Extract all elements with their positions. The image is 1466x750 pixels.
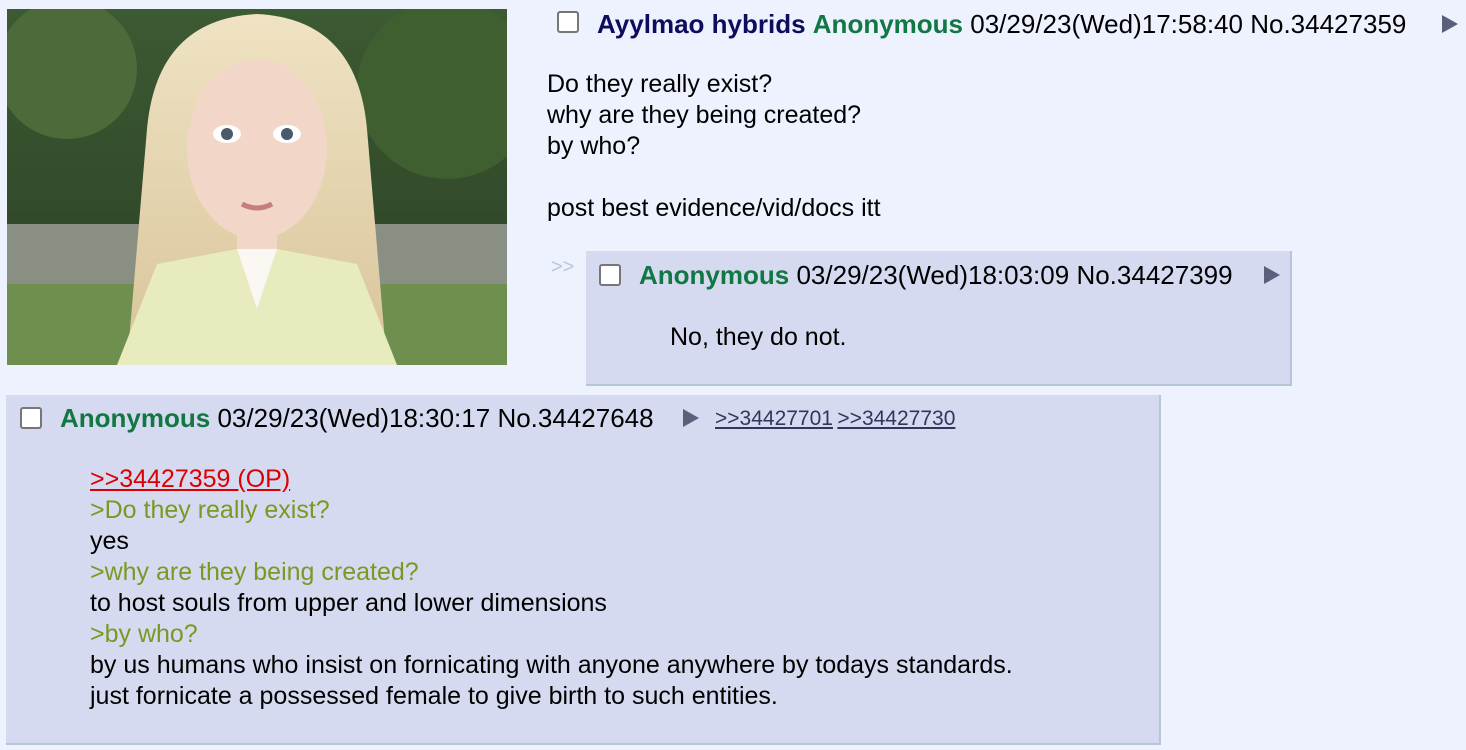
greentext-line: >by who? (90, 620, 198, 648)
reply-poster-name: Anonymous (60, 403, 211, 433)
op-subject: Ayylmao hybrids (597, 9, 806, 39)
op-quote-link[interactable]: >>34427359 (OP) (90, 464, 290, 495)
op-select-checkbox[interactable] (557, 11, 579, 33)
reply-post-34427399: Anonymous 03/29/23(Wed)18:03:09 No.34427… (586, 251, 1292, 386)
op-menu-arrow-icon[interactable] (1442, 15, 1458, 33)
op-body-line: why are they being created? (547, 101, 862, 129)
reply-body-line: yes (90, 527, 129, 555)
reply-side-arrows: >> (551, 256, 575, 278)
op-body-line: by who? (547, 132, 641, 160)
reply-body: No, they do not. (670, 323, 847, 351)
op-body-line: Do they really exist? (547, 70, 773, 98)
reply-body-line: by us humans who insist on fornicating w… (90, 651, 1013, 679)
reply-body-line: just fornicate a possessed female to giv… (90, 682, 778, 710)
reply-post-header: Anonymous 03/29/23(Wed)18:03:09 No.34427… (639, 260, 1233, 290)
op-thumbnail-image[interactable] (7, 9, 507, 365)
thumbnail-illustration (7, 9, 507, 365)
reply-post-number[interactable]: No.34427648 (497, 403, 653, 433)
reply-datetime: 03/29/23(Wed)18:30:17 (217, 403, 491, 433)
reply-datetime: 03/29/23(Wed)18:03:09 (796, 260, 1070, 290)
op-datetime: 03/29/23(Wed)17:58:40 (970, 9, 1243, 39)
reply-post-number[interactable]: No.34427399 (1076, 260, 1232, 290)
op-post-header: Ayylmao hybrids Anonymous 03/29/23(Wed)1… (597, 9, 1406, 39)
backlink-34427701[interactable]: >>34427701 (715, 407, 833, 430)
backlink-34427730[interactable]: >>34427730 (837, 407, 955, 430)
greentext-line: >why are they being created? (90, 558, 419, 586)
op-poster-name: Anonymous (812, 9, 964, 39)
reply-select-checkbox[interactable] (20, 407, 42, 429)
reply-post-34427648: Anonymous 03/29/23(Wed)18:30:17 No.34427… (6, 395, 1161, 745)
reply-menu-arrow-icon[interactable] (683, 409, 699, 427)
greentext-line: >Do they really exist? (90, 496, 330, 524)
op-body-line: post best evidence/vid/docs itt (547, 194, 881, 222)
op-post-number[interactable]: No.34427359 (1250, 9, 1406, 39)
reply-body-line: to host souls from upper and lower dimen… (90, 589, 607, 617)
reply-poster-name: Anonymous (639, 260, 790, 290)
reply-select-checkbox[interactable] (599, 264, 621, 286)
reply-post-header: Anonymous 03/29/23(Wed)18:30:17 No.34427… (60, 403, 654, 433)
backlinks: >>34427701 >>34427730 (715, 407, 955, 431)
reply-menu-arrow-icon[interactable] (1264, 266, 1280, 284)
